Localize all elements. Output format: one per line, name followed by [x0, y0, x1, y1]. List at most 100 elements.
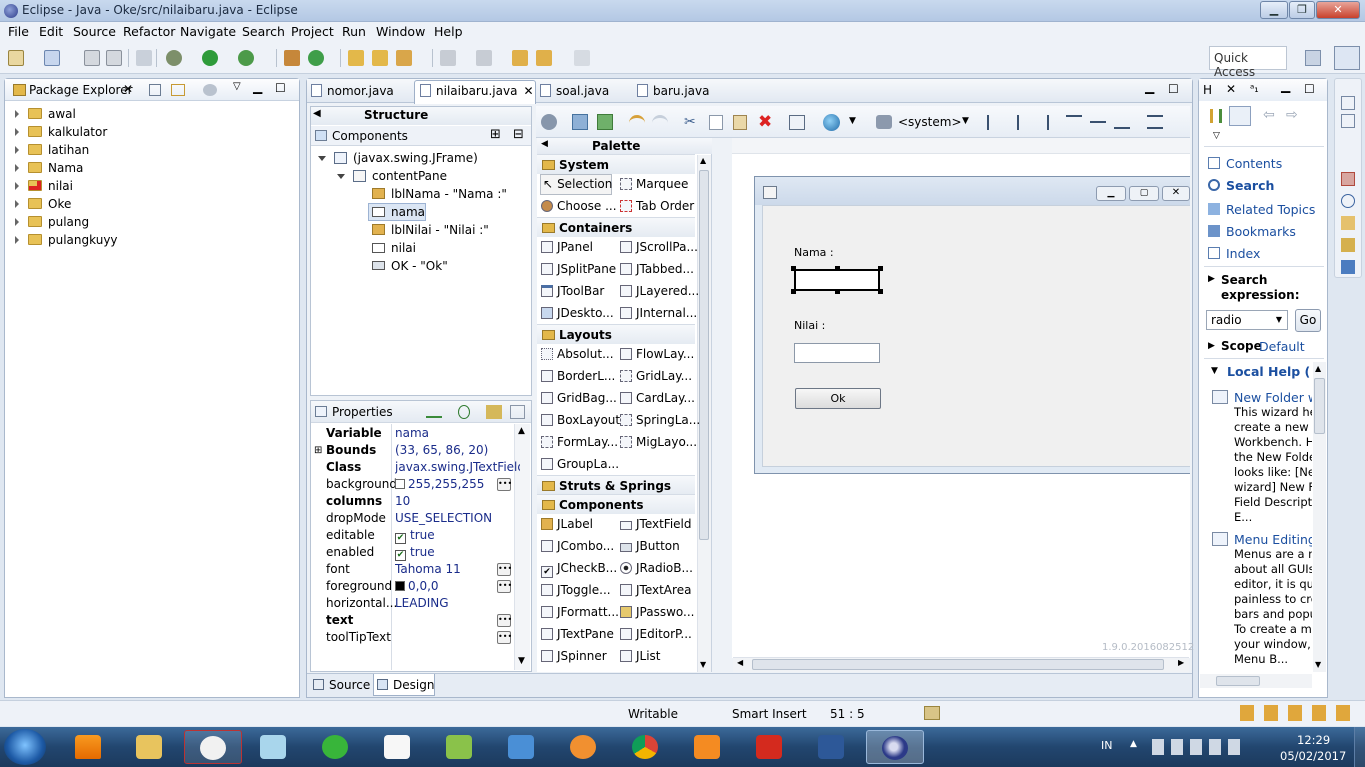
skip-breakpoints-icon[interactable] [136, 50, 152, 66]
align-left-icon[interactable] [987, 115, 1001, 130]
menu-search[interactable]: Search [242, 24, 285, 39]
help-forward-icon[interactable]: ⇨ [1286, 107, 1298, 123]
help-result-menu-editing[interactable]: Menu Editing [1234, 532, 1312, 547]
menu-window[interactable]: Window [376, 24, 425, 39]
palette-item-jsplitpane[interactable]: JSplitPane [541, 258, 616, 280]
align-bottom-icon[interactable] [1114, 115, 1130, 129]
help-result-new-folder[interactable]: New Folder wi [1234, 390, 1312, 405]
javadoc-icon[interactable] [1341, 194, 1355, 208]
palette-item-borderlayout[interactable]: BorderL... [541, 365, 615, 387]
scroll-down-icon[interactable]: ▼ [1315, 660, 1321, 669]
scroll-up-icon[interactable]: ▲ [700, 156, 706, 165]
minimize-view-icon[interactable]: ▁ [1281, 79, 1290, 93]
palette-item-formlayout[interactable]: FormLay... [541, 431, 618, 453]
clock-time[interactable]: 12:29 [1297, 733, 1330, 747]
component-lblnilai[interactable]: lblNilai - "Nilai :" [372, 221, 489, 239]
jframe-minimize-button[interactable]: ▁ [1096, 186, 1126, 201]
collapse-all-icon[interactable]: ⊟ [513, 127, 524, 142]
palette-item-jpasswordfield[interactable]: JPasswo... [620, 601, 694, 623]
help-tab[interactable]: H [1203, 83, 1212, 97]
palette-item-boxlayout[interactable]: BoxLayout [541, 409, 620, 431]
palette-item-jbutton[interactable]: JButton [620, 535, 680, 557]
maximize-button[interactable]: ❐ [1289, 1, 1315, 19]
palette-category-containers[interactable]: Containers [537, 217, 695, 237]
prop-row-horizontal[interactable]: horizontal... LEADING [312, 595, 512, 612]
expand-all-icon[interactable]: ⊞ [490, 127, 501, 142]
help-view-icon[interactable] [1341, 260, 1355, 274]
palette-item-jlayeredpane[interactable]: JLayered... [620, 280, 699, 302]
minimize-editor-icon[interactable]: ▁ [1145, 80, 1154, 94]
taskbar-snipping[interactable] [184, 730, 242, 764]
project-item[interactable]: pulang [15, 213, 89, 231]
tray-icons[interactable] [1152, 739, 1244, 755]
scope-default-link[interactable]: Default [1259, 339, 1305, 354]
palette-item-jradiobutton[interactable]: JRadioB... [620, 557, 693, 579]
component-nilai[interactable]: nilai [372, 239, 416, 257]
nama-textfield-selected[interactable] [794, 269, 880, 291]
help-menu-icon[interactable]: ▽ [1213, 131, 1220, 141]
taskbar-notepad[interactable] [245, 730, 303, 764]
back-icon[interactable] [536, 50, 552, 66]
taskbar-explorer[interactable] [121, 730, 179, 764]
palette-item-flowlayout[interactable]: FlowLay... [620, 343, 694, 365]
prop-row-bounds[interactable]: ⊞ Bounds (33, 65, 86, 20) [312, 442, 512, 459]
selection-handle[interactable] [878, 266, 883, 271]
help-results-thumb[interactable] [1314, 378, 1325, 434]
search-expand-icon[interactable]: ▶ [1208, 274, 1215, 284]
globe-icon[interactable] [823, 114, 840, 131]
help-link-index[interactable]: Index [1208, 246, 1260, 261]
project-item[interactable]: Nama [15, 159, 83, 177]
prop-row-foreground[interactable]: foreground 0,0,0 [312, 578, 512, 595]
project-item[interactable]: latihan [15, 141, 89, 159]
link-editor-icon[interactable] [171, 84, 185, 96]
dropdown-arrow-icon[interactable]: ▼ [849, 116, 856, 126]
filter-icon[interactable] [203, 84, 217, 96]
prop-row-class[interactable]: Class javax.swing.JTextField [312, 459, 520, 476]
palette-item-miglayout[interactable]: MigLayo... [620, 431, 697, 453]
tab-design[interactable]: Design [377, 678, 434, 692]
new-icon[interactable] [8, 50, 24, 66]
background-edit-button[interactable]: ••• [497, 478, 512, 491]
package-explorer-title[interactable]: Package Explorer [29, 83, 133, 97]
help-back-icon[interactable]: ⇦ [1263, 107, 1275, 123]
component-nama[interactable]: nama [372, 203, 425, 221]
local-help-heading[interactable]: Local Help (1-1 [1227, 364, 1311, 379]
align-top-icon[interactable] [1066, 115, 1082, 129]
help-link-related[interactable]: Related Topics [1208, 202, 1315, 217]
project-item[interactable]: kalkulator [15, 123, 107, 141]
project-item[interactable]: Oke [15, 195, 71, 213]
paste-icon[interactable] [733, 115, 747, 130]
scope-expand-icon[interactable]: ▶ [1208, 341, 1215, 351]
prop-row-dropmode[interactable]: dropMode USE_SELECTION [312, 510, 512, 527]
palette-item-gridbaglayout[interactable]: GridBag... [541, 387, 617, 409]
nilai-textfield[interactable] [794, 343, 880, 363]
palette-item-jeditorpane[interactable]: JEditorP... [620, 623, 692, 645]
close-icon[interactable]: ✕ [1226, 82, 1236, 96]
help-link-bookmarks[interactable]: Bookmarks [1208, 224, 1296, 239]
prop-row-editable[interactable]: editable ✔ true [312, 527, 512, 544]
properties-toggle-icon[interactable] [789, 115, 805, 130]
checkbox-checked-icon[interactable]: ✔ [395, 550, 406, 561]
editor-tab-soal[interactable]: soal.java [540, 84, 609, 98]
prev-annotation-icon[interactable] [476, 50, 492, 66]
component-jframe[interactable]: (javax.swing.JFrame) [318, 149, 478, 167]
scroll-up-icon[interactable]: ▲ [1315, 364, 1321, 373]
palette-category-layouts[interactable]: Layouts [537, 324, 695, 344]
palette-tool-choose[interactable]: Choose ... [541, 195, 617, 217]
font-edit-button[interactable]: ••• [497, 563, 512, 576]
taskbar-media[interactable] [493, 730, 551, 764]
start-button[interactable] [4, 729, 46, 765]
new-package-icon[interactable] [284, 50, 300, 66]
distribute-icon[interactable] [1147, 115, 1163, 129]
quick-access-input[interactable]: Quick Access [1209, 46, 1287, 79]
javadoc-tab-icon[interactable]: ᵃ₁ [1250, 82, 1259, 95]
local-help-collapse-icon[interactable]: ▼ [1211, 366, 1218, 376]
palette-item-gridlayout[interactable]: GridLay... [620, 365, 692, 387]
palette-item-jtextarea[interactable]: JTextArea [620, 579, 691, 601]
taskbar-line[interactable] [307, 730, 365, 764]
search-icon[interactable] [396, 50, 412, 66]
open-type-icon[interactable] [348, 50, 364, 66]
palette-tool-marquee[interactable]: Marquee [620, 173, 688, 195]
undo-icon[interactable] [629, 115, 645, 129]
menu-source[interactable]: Source [73, 24, 116, 39]
